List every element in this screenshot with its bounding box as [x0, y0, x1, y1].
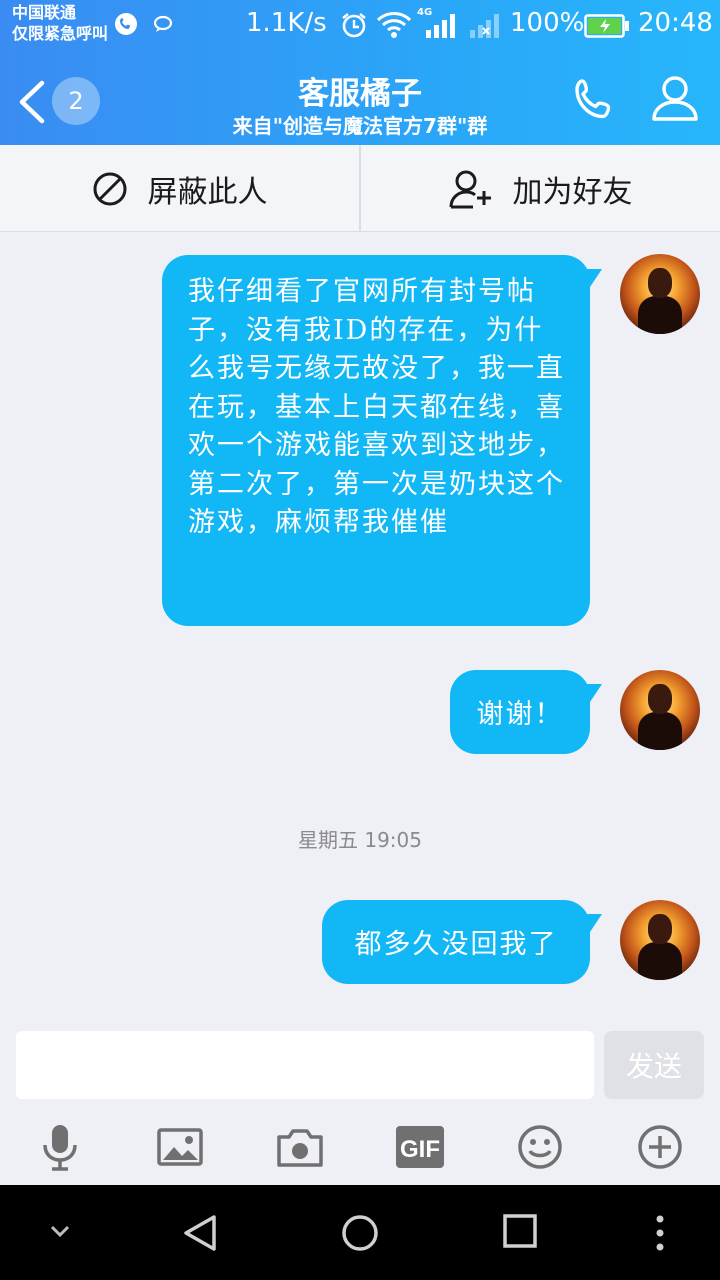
gif-button[interactable]: GIF: [396, 1126, 444, 1168]
message-text: 都多久没回我了: [354, 929, 558, 960]
microphone-icon[interactable]: [36, 1123, 84, 1171]
more-options-icon[interactable]: [650, 1213, 670, 1253]
add-friend-label: 加为好友: [512, 174, 633, 210]
composer-toolbar: GIF: [0, 1105, 720, 1185]
message-text: 我仔细看了官网所有封号帖子，没有我ID的存在，为什么我号无缘无故没了，我一直在玩…: [188, 276, 565, 538]
avatar[interactable]: [620, 900, 700, 980]
back-nav-icon[interactable]: [180, 1213, 220, 1253]
chat-area[interactable]: 我仔细看了官网所有封号帖子，没有我ID的存在，为什么我号无缘无故没了，我一直在玩…: [0, 232, 720, 1025]
battery-percent: 100%: [510, 8, 585, 38]
net-speed: 1.1K/s: [246, 8, 327, 38]
avatar[interactable]: [620, 670, 700, 750]
signal-empty-icon: [470, 14, 499, 38]
message-bubble[interactable]: 都多久没回我了: [322, 900, 602, 984]
header: 中国联通 仅限紧急呼叫 1.1K/s 4G 100% 20:48 2 客服橘子 …: [0, 0, 720, 145]
home-nav-icon[interactable]: [340, 1213, 380, 1253]
emoji-icon[interactable]: [516, 1123, 564, 1171]
title-bar: 2 客服橘子 来自"创造与魔法官方7群"群: [0, 50, 720, 145]
chevron-down-icon[interactable]: [48, 1223, 72, 1239]
message-text: 谢谢！: [476, 699, 564, 730]
composer: 发送: [0, 1025, 720, 1105]
add-friend-icon: [449, 170, 491, 208]
camera-icon[interactable]: [276, 1123, 324, 1171]
add-more-icon[interactable]: [636, 1123, 684, 1171]
bubble-tail: [578, 914, 602, 932]
message-bubble[interactable]: 我仔细看了官网所有封号帖子，没有我ID的存在，为什么我号无缘无故没了，我一直在玩…: [162, 255, 602, 626]
message-timestamp: 星期五 19:05: [298, 828, 422, 852]
clock: 20:48: [638, 8, 713, 38]
block-icon: [93, 172, 126, 205]
battery-icon: [584, 14, 629, 38]
profile-icon[interactable]: [648, 72, 702, 126]
action-bar: 屏蔽此人 加为好友: [0, 145, 720, 232]
recents-nav-icon[interactable]: [502, 1213, 538, 1249]
carrier-name: 中国联通: [12, 3, 77, 22]
message-icon: [153, 15, 173, 32]
status-bar: 中国联通 仅限紧急呼叫 1.1K/s 4G 100% 20:48: [0, 0, 720, 50]
avatar[interactable]: [620, 254, 700, 334]
image-icon[interactable]: [156, 1123, 204, 1171]
signal-icon: [426, 14, 455, 38]
alarm-icon: [342, 12, 366, 38]
block-user-label: 屏蔽此人: [147, 174, 268, 210]
carrier-info: 中国联通 仅限紧急呼叫: [12, 2, 108, 44]
message-input[interactable]: [16, 1031, 594, 1099]
phone-call-icon[interactable]: [568, 75, 622, 129]
carrier-status: 仅限紧急呼叫: [12, 24, 109, 43]
block-user-button[interactable]: 屏蔽此人: [0, 145, 359, 232]
add-friend-button[interactable]: 加为好友: [361, 145, 720, 232]
system-nav-bar: [0, 1185, 720, 1280]
message-bubble[interactable]: 谢谢！: [450, 670, 602, 754]
send-button[interactable]: 发送: [604, 1031, 704, 1099]
wifi-call-icon: [115, 13, 137, 35]
wifi-icon: [376, 12, 412, 38]
bubble-tail: [578, 684, 602, 702]
bubble-tail: [578, 269, 602, 287]
